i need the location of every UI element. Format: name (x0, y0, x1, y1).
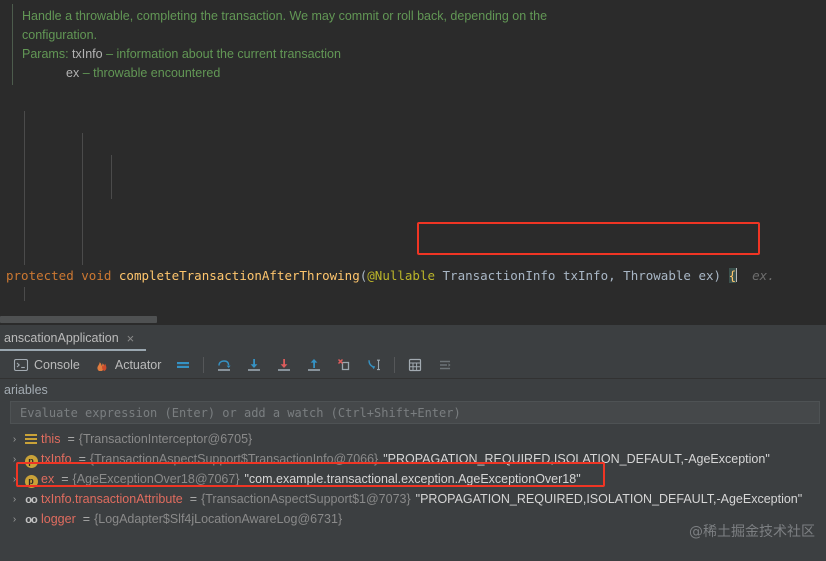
run-tab-label: anscationApplication (4, 331, 119, 345)
editor-hscrollbar-track[interactable] (0, 315, 826, 324)
javadoc-block: Handle a throwable, completing the trans… (0, 0, 826, 89)
javadoc-line-2: configuration. (22, 28, 98, 42)
variable-ref: {LogAdapter$Slf4jLocationAwareLog@6731} (94, 512, 343, 526)
javadoc-param1-name: txInfo (72, 47, 103, 61)
kw-void: void (81, 268, 112, 283)
evaluate-expression-icon[interactable] (400, 353, 430, 377)
variable-equals: = (82, 512, 91, 526)
variables-header-label: ariables (4, 383, 48, 397)
variable-name: txInfo (41, 452, 72, 466)
chevron-right-icon[interactable]: › (8, 434, 21, 445)
variable-equals: = (78, 452, 86, 466)
lines-icon (21, 432, 41, 446)
tab-console-label: Console (34, 357, 80, 372)
method-name: completeTransactionAfterThrowing (118, 268, 360, 283)
tab-actuator-label: Actuator (114, 357, 162, 372)
indent-guide-3 (111, 155, 112, 199)
comma: , (608, 268, 616, 283)
javadoc-params-label: Params: (22, 47, 69, 61)
ide-window: Handle a throwable, completing the trans… (0, 0, 826, 561)
annotation-nullable: @Nullable (367, 268, 435, 283)
variable-name: txInfo.transactionAttribute (41, 492, 183, 506)
watermark: @稀土掘金技术社区 (689, 524, 815, 540)
param-type-1: TransactionInfo (442, 268, 556, 283)
variable-row-ex[interactable]: › p ex = {AgeExceptionOver18@7067} "com.… (0, 469, 826, 489)
javadoc-param1-desc: – information about the current transact… (106, 47, 341, 61)
chevron-right-icon[interactable]: › (8, 454, 21, 465)
toolbar-separator-2 (394, 356, 396, 373)
variable-value: "PROPAGATION_REQUIRED,ISOLATION_DEFAULT,… (383, 452, 770, 466)
variable-equals: = (67, 432, 75, 446)
variables-list[interactable]: › this = {TransactionInterceptor@6705} ›… (0, 429, 826, 529)
actuator-flame-icon (94, 357, 110, 373)
variable-ref: {TransactionAspectSupport$1@7073} (201, 492, 411, 506)
editor-hscrollbar-thumb[interactable] (0, 316, 157, 323)
variable-equals: = (61, 472, 69, 486)
variable-name: logger (41, 512, 76, 526)
javadoc-line-1: Handle a throwable, completing the trans… (22, 9, 548, 23)
variable-equals: = (189, 492, 198, 506)
variable-name: ex (41, 472, 55, 486)
indent-guide-2 (82, 133, 83, 279)
step-out-icon[interactable] (299, 353, 329, 377)
variable-value: "com.example.transactional.exception.Age… (244, 472, 581, 486)
step-into-icon[interactable] (239, 353, 269, 377)
drop-frame-icon[interactable] (329, 353, 359, 377)
inline-debug-hint-ex: ex. (752, 268, 775, 283)
evaluate-expression-placeholder: Evaluate expression (Enter) or add a wat… (20, 405, 461, 420)
kw-protected: protected (6, 268, 74, 283)
javadoc-param2-line: ex – throwable encountered (22, 64, 826, 83)
parameter-icon: p (21, 471, 41, 488)
force-step-into-icon[interactable] (269, 353, 299, 377)
watch-icon: oo (25, 494, 37, 506)
param-name-2: ex (698, 268, 714, 283)
javadoc-params-line: Params: txInfo – information about the c… (22, 45, 826, 64)
javadoc-param2-name: ex (66, 66, 80, 80)
param-type-2: Throwable (623, 268, 691, 283)
text-caret (736, 268, 738, 282)
parameter-icon: p (21, 451, 41, 468)
variable-ref: {AgeExceptionOver18@7067} (72, 472, 240, 486)
variable-value: "PROPAGATION_REQUIRED,ISOLATION_DEFAULT,… (415, 492, 803, 506)
variable-row-transactionattribute[interactable]: › oo txInfo.transactionAttribute = {Tran… (0, 489, 826, 509)
debug-tool-window: anscationApplication × Console Actuator … (0, 324, 826, 561)
show-execution-point-icon[interactable] (168, 353, 198, 377)
toolbar-separator-1 (203, 356, 205, 373)
code-editor[interactable]: Handle a throwable, completing the trans… (0, 0, 826, 324)
variable-row-txinfo[interactable]: › p txInfo = {TransactionAspectSupport$T… (0, 449, 826, 469)
chevron-right-icon[interactable]: › (8, 514, 21, 525)
variables-header: ariables (0, 379, 826, 401)
variable-row-this[interactable]: › this = {TransactionInterceptor@6705} (0, 429, 826, 449)
debug-toolbar[interactable]: Console Actuator (0, 351, 826, 379)
param-name-1: txInfo (562, 268, 609, 283)
chevron-right-icon[interactable]: › (8, 494, 21, 505)
settings-icon[interactable] (430, 353, 460, 377)
javadoc-param2-desc: – throwable encountered (82, 66, 221, 80)
variable-ref: {TransactionInterceptor@6705} (78, 432, 253, 446)
code-line-signature[interactable]: protected void completeTransactionAfterT… (0, 265, 826, 287)
tab-console[interactable]: Console (6, 353, 87, 377)
tab-actuator[interactable]: Actuator (87, 353, 169, 377)
watch-icon: oo (25, 514, 37, 526)
code-lines[interactable]: protected void completeTransactionAfterT… (0, 89, 826, 324)
console-icon (13, 357, 29, 373)
chevron-right-icon[interactable]: › (8, 474, 21, 485)
close-icon[interactable]: × (127, 332, 135, 345)
variable-name: this (41, 432, 61, 446)
variable-ref: {TransactionAspectSupport$TransactionInf… (89, 452, 379, 466)
evaluate-expression-input[interactable]: Evaluate expression (Enter) or add a wat… (10, 401, 820, 424)
run-tab[interactable]: anscationApplication × (0, 325, 144, 351)
run-tab-strip[interactable]: anscationApplication × (0, 325, 826, 351)
close-paren: ) (713, 268, 722, 283)
matching-brace: { (728, 268, 737, 283)
step-over-icon[interactable] (209, 353, 239, 377)
run-to-cursor-icon[interactable] (359, 353, 389, 377)
